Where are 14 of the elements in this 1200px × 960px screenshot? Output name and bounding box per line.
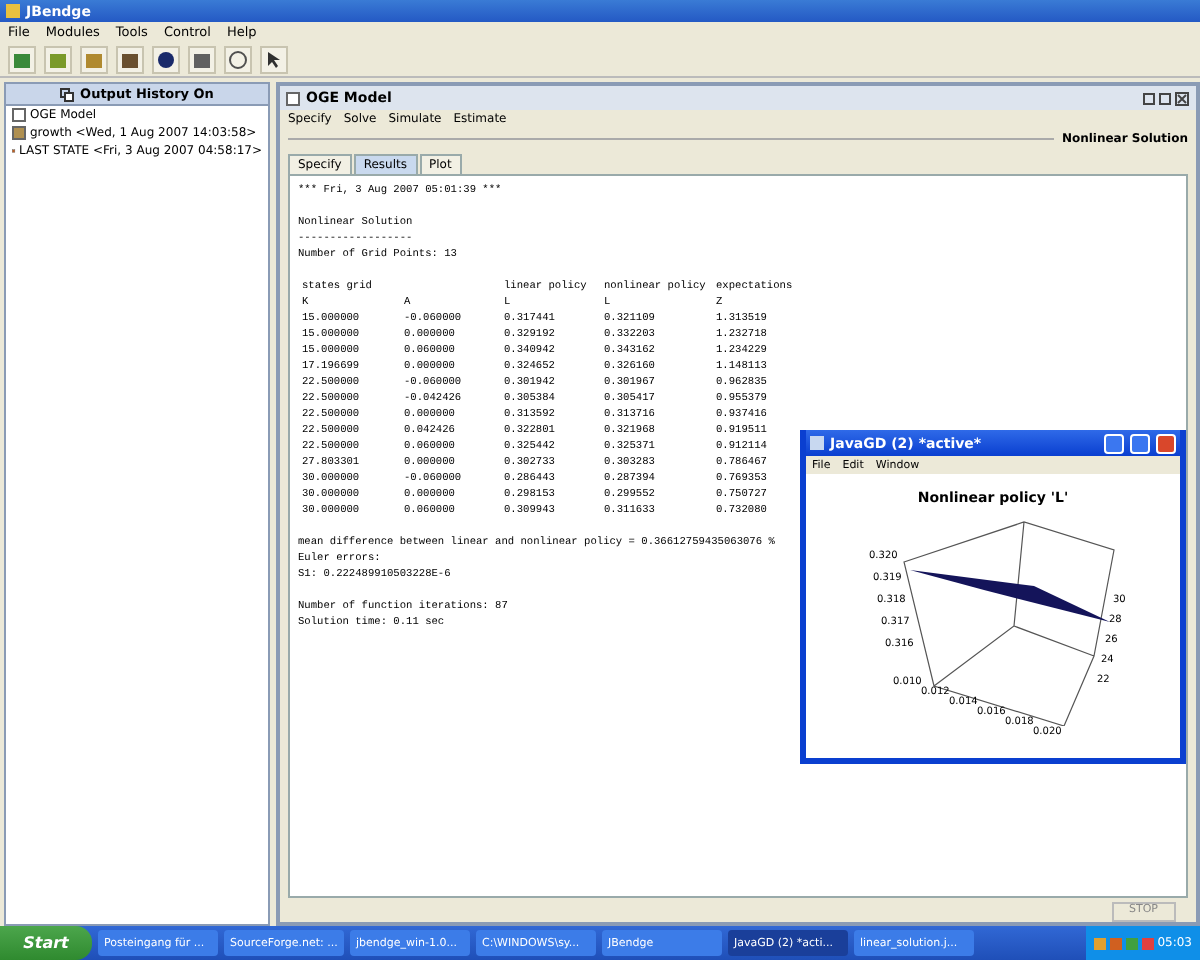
- toolbar-button[interactable]: [224, 45, 252, 73]
- pointer-icon: [264, 49, 284, 69]
- start-button[interactable]: Start: [0, 926, 92, 960]
- help-icon: [228, 49, 248, 69]
- minimize-button[interactable]: [1104, 433, 1124, 453]
- window-controls-icon[interactable]: [1142, 91, 1190, 105]
- toolbar-button[interactable]: [260, 45, 288, 73]
- app-icon: [6, 4, 20, 18]
- app-icon: [810, 436, 824, 450]
- close-button[interactable]: [1156, 433, 1176, 453]
- toolbar-button[interactable]: [152, 45, 180, 73]
- maximize-button[interactable]: [1130, 433, 1150, 453]
- toolbar-button[interactable]: [116, 45, 144, 73]
- toolbar-button[interactable]: [188, 45, 216, 73]
